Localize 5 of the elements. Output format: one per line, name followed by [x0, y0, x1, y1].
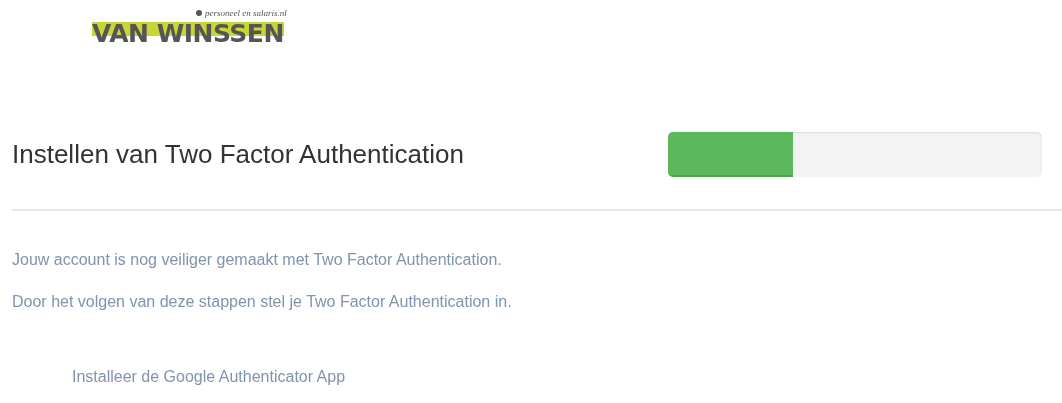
page-title: Instellen van Two Factor Authentication [12, 138, 464, 170]
info-text: Door het volgen van deze stappen stel je Two Factor Authentication in. [12, 293, 513, 311]
info-text: Jouw account is nog veiliger gemaakt met Two Factor Authentication. [12, 251, 503, 269]
logo-tagline: personeel en salaris.nl [196, 8, 287, 18]
step-label: Installeer de Google Authenticator App [72, 368, 347, 386]
